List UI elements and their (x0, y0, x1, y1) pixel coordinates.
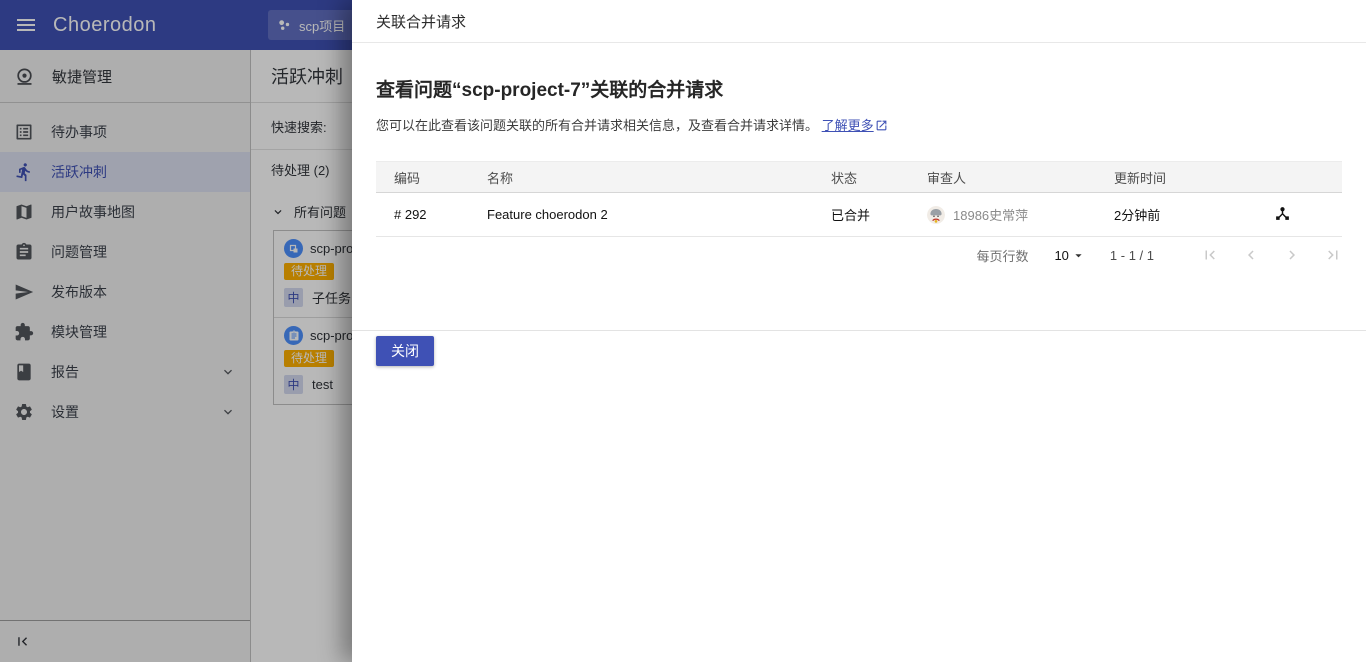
section-title: 查看问题“scp-project-7”关联的合并请求 (376, 80, 724, 101)
column-header-actions (1256, 161, 1342, 193)
pagination-bar: 每页行数 10 1 - 1 / 1 (376, 237, 1342, 273)
drawer-header: 关联合并请求 (352, 0, 1366, 43)
description-text: 您可以在此查看该问题关联的所有合并请求相关信息，及查看合并请求详情。 (376, 118, 819, 133)
dropdown-caret-icon (1071, 248, 1086, 263)
branch-icon[interactable] (1274, 205, 1291, 222)
pagination-nav (1178, 246, 1342, 264)
table-row: # 292 Feature choerodon 2 已合并 18986史常萍 2… (376, 192, 1342, 237)
merge-request-table: 编码 名称 状态 审查人 更新时间 # 292 Feature choerodo… (376, 161, 1342, 237)
column-header-name: 名称 (469, 161, 813, 193)
drawer-footer: 关闭 (352, 330, 1366, 371)
column-header-code: 编码 (376, 161, 469, 193)
section-description: 您可以在此查看该问题关联的所有合并请求相关信息，及查看合并请求详情。 了解更多 (376, 115, 1342, 134)
last-page-icon[interactable] (1324, 246, 1342, 264)
table-header-row: 编码 名称 状态 审查人 更新时间 (376, 161, 1342, 193)
open-in-new-icon (875, 119, 888, 132)
avatar (927, 205, 945, 224)
column-header-status: 状态 (813, 161, 909, 193)
first-page-icon[interactable] (1201, 246, 1219, 264)
drawer-body: 查看问题“scp-project-7”关联的合并请求 您可以在此查看该问题关联的… (352, 75, 1366, 273)
page-size-select[interactable]: 10 (1054, 248, 1085, 263)
mr-code: # 292 (376, 192, 469, 237)
mr-status: 已合并 (813, 192, 909, 237)
rows-per-page-label: 每页行数 (976, 248, 1029, 264)
mr-updated: 2分钟前 (1096, 192, 1256, 237)
reviewer-name: 18986史常萍 (953, 208, 1029, 223)
mr-name: Feature choerodon 2 (469, 192, 813, 237)
page-size-value: 10 (1054, 247, 1069, 263)
drawer-title: 关联合并请求 (376, 13, 467, 31)
choerodon-app: Choerodon scp项目 敏捷管理 待办事项 活跃冲刺 用户故事地图 问题… (0, 0, 1366, 662)
column-header-updated: 更新时间 (1096, 161, 1256, 193)
reviewer-cell: 18986史常萍 (927, 205, 1096, 224)
column-header-reviewer: 审查人 (909, 161, 1096, 193)
previous-page-icon[interactable] (1242, 246, 1260, 264)
linked-merge-request-drawer: 关联合并请求 查看问题“scp-project-7”关联的合并请求 您可以在此查… (352, 0, 1366, 662)
learn-more-link[interactable]: 了解更多 (822, 118, 888, 133)
close-button[interactable]: 关闭 (376, 336, 434, 366)
next-page-icon[interactable] (1283, 246, 1301, 264)
page-range: 1 - 1 / 1 (1109, 247, 1154, 263)
